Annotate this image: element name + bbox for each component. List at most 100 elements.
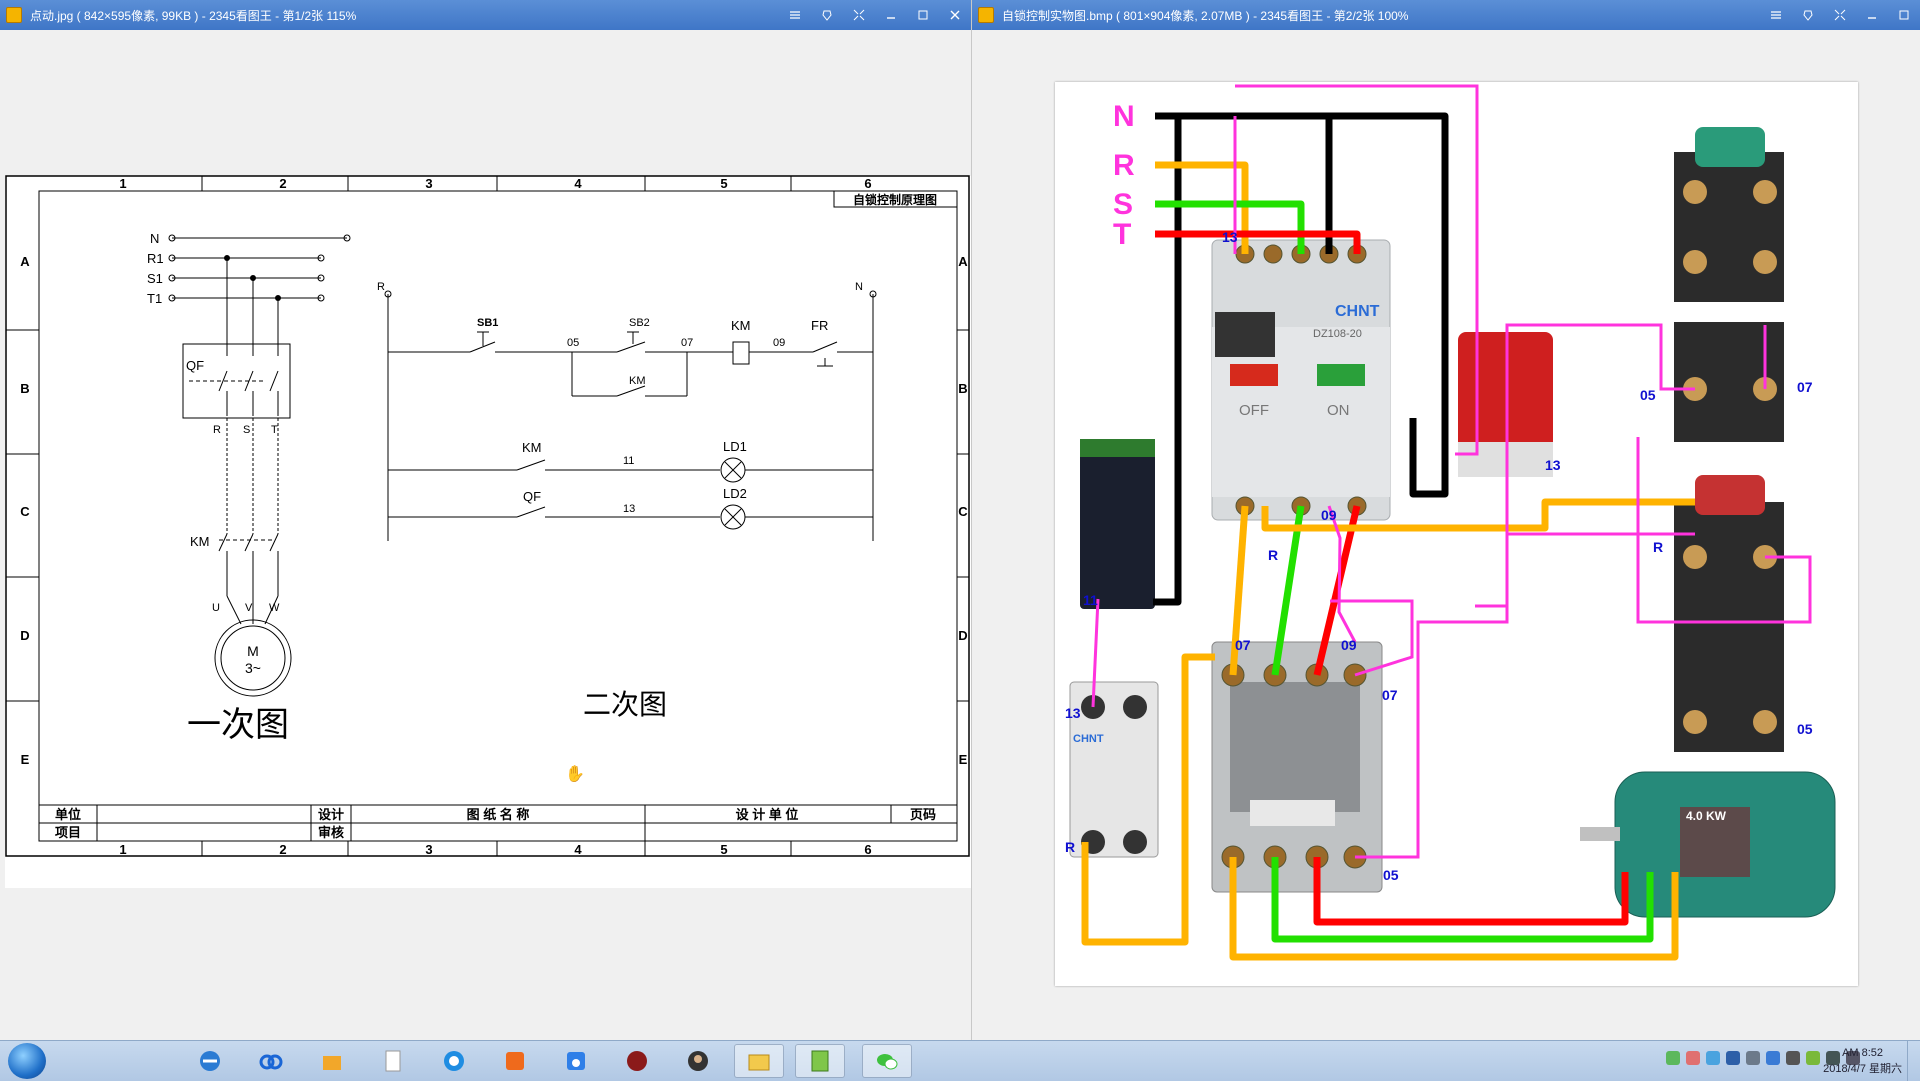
show-desktop-button[interactable] [1907, 1041, 1920, 1081]
menu-icon[interactable] [1760, 0, 1792, 30]
tray-wechat-icon[interactable] [1666, 1051, 1680, 1065]
close-icon[interactable] [939, 0, 971, 30]
row-label: D [958, 628, 967, 643]
maximize-icon[interactable] [907, 0, 939, 30]
menu-icon[interactable] [779, 0, 811, 30]
col-label: 1 [119, 176, 126, 191]
label-s: S [243, 424, 250, 436]
label-09: 09 [773, 337, 785, 349]
music-icon[interactable] [490, 1044, 540, 1078]
label-t: T [271, 424, 278, 436]
label-13: 13 [623, 503, 635, 515]
label-n-ctrl: N [855, 281, 863, 293]
tb-review: 审核 [318, 825, 344, 840]
wire-label-n: N [1113, 100, 1135, 133]
label-t1: T1 [147, 291, 162, 306]
pin-icon[interactable] [1792, 0, 1824, 30]
col-label: 6 [864, 842, 871, 857]
tray-app-icon[interactable] [1706, 1051, 1720, 1065]
right-image-canvas[interactable]: CHNT DZ108-20 OFF ON CHNT 4.0 KW N R S T… [972, 30, 1920, 1040]
tray-app-icon[interactable] [1806, 1051, 1820, 1065]
hand-cursor-icon: ✋ [565, 766, 585, 783]
terminal-05: 05 [1640, 387, 1656, 403]
row-label: A [958, 254, 968, 269]
label-km: KM [190, 534, 210, 549]
game-icon[interactable] [612, 1044, 662, 1078]
label-ld2: LD2 [723, 486, 747, 501]
clock[interactable]: AM 8:52 2018/4/7 星期六 [1823, 1045, 1902, 1077]
label-n: N [150, 231, 159, 246]
label-s1: S1 [147, 271, 163, 286]
schematic-image: 1 2 3 4 5 6 1 2 3 4 5 6 A B C D E A B C … [5, 175, 971, 888]
pin-icon[interactable] [811, 0, 843, 30]
wiring-drawing: CHNT DZ108-20 OFF ON CHNT 4.0 KW N R S T… [1065, 84, 1836, 961]
maximize-icon[interactable] [1888, 0, 1920, 30]
terminal-05: 05 [1797, 721, 1813, 737]
360-browser-icon[interactable] [429, 1044, 479, 1078]
label-km-coil: KM [731, 318, 751, 333]
col-label: 2 [279, 842, 286, 857]
right-titlebar[interactable]: 自锁控制实物图.bmp ( 801×904像素, 2.07MB ) - 2345… [972, 0, 1920, 30]
label-sb1: SB1 [477, 317, 498, 329]
breaker-on: ON [1327, 402, 1350, 419]
tray-bluetooth-icon[interactable] [1726, 1051, 1740, 1065]
label-r1: R1 [147, 251, 164, 266]
avatar-icon[interactable] [673, 1044, 723, 1078]
left-image-canvas[interactable]: 1 2 3 4 5 6 1 2 3 4 5 6 A B C D E A B C … [0, 30, 971, 1040]
tray-shield-icon[interactable] [1766, 1051, 1780, 1065]
breaker-model: DZ108-20 [1313, 328, 1362, 340]
notepad-icon[interactable] [795, 1044, 845, 1078]
label-11: 11 [623, 455, 634, 467]
baidu-netdisk-icon[interactable] [246, 1044, 296, 1078]
col-label: 5 [720, 842, 727, 857]
tb-design-unit: 设 计 单 位 [736, 807, 799, 822]
tb-page: 页码 [910, 807, 936, 822]
ie-icon[interactable] [185, 1044, 235, 1078]
clock-date: 2018/4/7 星期六 [1823, 1063, 1902, 1075]
tb-design: 设计 [318, 807, 344, 822]
minimize-icon[interactable] [875, 0, 907, 30]
tray-app-icon[interactable] [1686, 1051, 1700, 1065]
wire-label-s: S [1113, 188, 1133, 221]
document-icon[interactable] [368, 1044, 418, 1078]
tray-app-icon[interactable] [1746, 1051, 1760, 1065]
terminal-13: 13 [1065, 705, 1081, 721]
file-explorer-icon[interactable] [734, 1044, 784, 1078]
row-label: E [21, 752, 30, 767]
aux-brand: CHNT [1073, 733, 1104, 745]
label-qf: QF [186, 358, 204, 373]
terminal-07: 07 [1235, 637, 1251, 653]
terminal-09: 09 [1341, 637, 1357, 653]
row-label: E [959, 752, 968, 767]
terminal-07: 07 [1382, 687, 1398, 703]
wire-label-t: T [1113, 218, 1131, 251]
col-label: 1 [119, 842, 126, 857]
minimize-icon[interactable] [1856, 0, 1888, 30]
wechat-icon[interactable] [862, 1044, 912, 1078]
viewer-app-icon [6, 7, 22, 23]
terminal-05: 05 [1383, 867, 1399, 883]
terminal-r: R [1065, 839, 1075, 855]
fullscreen-icon[interactable] [843, 0, 875, 30]
col-label: 4 [574, 842, 582, 857]
right-image-viewer-window: 自锁控制实物图.bmp ( 801×904像素, 2.07MB ) - 2345… [972, 0, 1920, 1040]
label-secondary-diagram: 二次图 [583, 689, 667, 720]
label-primary-diagram: 一次图 [187, 706, 289, 744]
col-label: 4 [574, 176, 582, 191]
left-image-viewer-window: 点动.jpg ( 842×595像素, 99KB ) - 2345看图王 - 第… [0, 0, 972, 1040]
tray-app-icon[interactable] [1786, 1051, 1800, 1065]
breaker-brand: CHNT [1335, 303, 1380, 320]
left-titlebar[interactable]: 点动.jpg ( 842×595像素, 99KB ) - 2345看图王 - 第… [0, 0, 971, 30]
fullscreen-icon[interactable] [1824, 0, 1856, 30]
row-label: C [958, 504, 968, 519]
row-label: D [20, 628, 29, 643]
schematic-drawing: 1 2 3 4 5 6 1 2 3 4 5 6 A B C D E A B C … [5, 175, 970, 857]
taskbar: AM 8:52 2018/4/7 星期六 [0, 1040, 1920, 1081]
terminal-r: R [1653, 539, 1663, 555]
start-button[interactable] [8, 1043, 46, 1079]
label-u: U [212, 602, 220, 614]
tb-project: 项目 [55, 825, 81, 840]
baidu-icon[interactable] [551, 1044, 601, 1078]
folder-box-icon[interactable] [307, 1044, 357, 1078]
col-label: 3 [425, 842, 432, 857]
